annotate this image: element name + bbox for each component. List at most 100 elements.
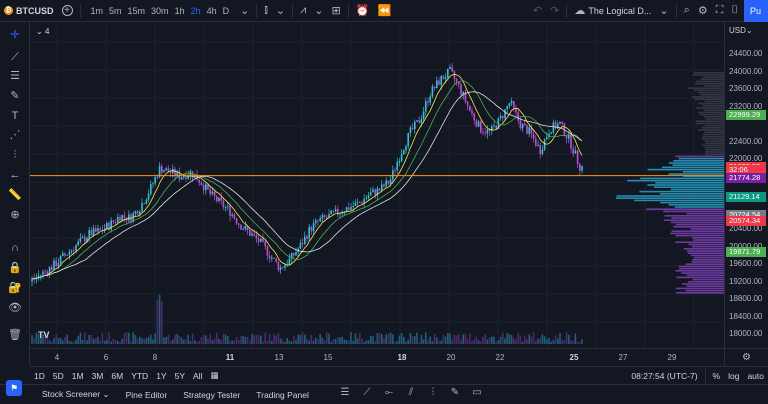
lock-drawings-icon[interactable]: 🔐 [6, 281, 24, 295]
tab-pine-editor[interactable]: Pine Editor [118, 390, 176, 400]
grid-icon: ⊞ [331, 5, 341, 17]
chart-type-button[interactable]: ⫾ [260, 0, 272, 22]
brush-icon[interactable]: ✎ [444, 387, 466, 403]
price-axis[interactable]: USD⌄ 24400.00 24000.00 23600.00 23200.00 224… [724, 22, 768, 348]
candle-body [330, 210, 332, 215]
drawing-toolbar: ✛ ⟋ ☰ ✎ T ⋰ ⫶ ← 📏 ⊕ ∩ 🔒 🔐 👁 🗑 [0, 22, 30, 366]
volume-bar [326, 332, 328, 344]
time-axis[interactable]: 4 6 8 11 13 15 18 20 22 25 27 29 [30, 348, 724, 366]
calendar-button[interactable]: ▦ [206, 370, 222, 381]
volume-bar [471, 341, 473, 344]
trend-line-icon[interactable]: ⟋ [356, 387, 378, 403]
price-tick-label: 22400.00 [729, 136, 763, 146]
hide-toolbar-arrow-icon[interactable]: ← [6, 168, 24, 182]
candle-body [579, 163, 581, 171]
pattern-icon[interactable]: ⋰ [6, 128, 24, 142]
undo-button[interactable]: ↶ [529, 0, 546, 22]
favorite-drawing-tools: ☰ ⟋ ⟜ ⫽ ⫶ ✎ ▭ [334, 387, 488, 403]
chart-type-dropdown[interactable]: ⌄ [272, 0, 289, 22]
candle-body [425, 101, 427, 112]
divider [256, 3, 258, 18]
parallel-channel-icon[interactable]: ⫽ [400, 387, 422, 403]
brush-icon[interactable]: ✎ [6, 89, 24, 103]
timeframe-15m[interactable]: 15m [125, 6, 149, 16]
fib-extension-icon[interactable]: ⫶ [422, 387, 444, 403]
volume-profile-bar [681, 272, 724, 274]
timeframe-5m[interactable]: 5m [106, 6, 125, 16]
chart-pane[interactable] [30, 22, 724, 348]
legend-toggle[interactable]: ⌄ 4 [36, 27, 49, 36]
trend-line-icon[interactable]: ⟋ [6, 50, 24, 64]
text-icon[interactable]: T [6, 109, 24, 123]
range-all[interactable]: All [189, 371, 206, 381]
tab-strategy-tester[interactable]: Strategy Tester [175, 390, 248, 400]
auto-toggle[interactable]: auto [743, 371, 768, 381]
trash-icon[interactable]: 🗑 [6, 328, 24, 342]
range-5d[interactable]: 5D [49, 371, 68, 381]
volume-bar [169, 341, 172, 344]
log-toggle[interactable]: log [724, 371, 743, 381]
percent-toggle[interactable]: % [709, 371, 725, 381]
compare-button[interactable]: + [58, 0, 77, 22]
search-button[interactable]: ⌕ [680, 0, 694, 22]
timeframe-D[interactable]: D [220, 6, 233, 16]
redo-button[interactable]: ↷ [546, 0, 563, 22]
interval-dropdown[interactable]: ⌄ [236, 0, 253, 22]
symbol-search[interactable]: ₿ BTCUSD [0, 0, 58, 22]
range-3m[interactable]: 3M [88, 371, 108, 381]
tab-trading-panel[interactable]: Trading Panel [248, 390, 317, 400]
magnet-icon[interactable]: ∩ [6, 241, 24, 255]
candle-body [97, 228, 99, 232]
candle-body [66, 254, 68, 256]
layout-dropdown[interactable]: ⌄ [655, 0, 672, 22]
volume-bar [554, 335, 557, 344]
alert-button[interactable]: ⏰ [352, 0, 374, 22]
volume-bar [84, 332, 86, 344]
tab-stock-screener[interactable]: Stock Screener ⌄ [34, 389, 118, 400]
layout-name-button[interactable]: ☁ The Logical D... [570, 0, 655, 22]
candle-body [277, 261, 280, 270]
indicators-dropdown[interactable]: ⌄ [310, 0, 327, 22]
ruler-icon[interactable]: 📏 [6, 188, 24, 202]
volume-profile-bar [616, 195, 724, 197]
settings-button[interactable]: ⚙ [694, 0, 712, 22]
zoom-in-icon[interactable]: ⊕ [6, 208, 24, 222]
rectangle-icon[interactable]: ▭ [466, 387, 488, 403]
currency-label[interactable]: USD⌄ [729, 26, 753, 35]
volume-profile-bar [696, 107, 724, 109]
candle-body [361, 202, 363, 204]
range-1m[interactable]: 1M [68, 371, 88, 381]
timeframe-1h[interactable]: 1h [172, 6, 188, 16]
eye-icon[interactable]: 👁 [6, 301, 24, 315]
fib-icon[interactable]: ☰ [334, 387, 356, 403]
candle-body [143, 203, 145, 205]
range-5y[interactable]: 5Y [171, 371, 189, 381]
publish-button[interactable]: Pu [744, 0, 768, 22]
clock-label[interactable]: 08:27:54 (UTC-7) [627, 371, 701, 381]
crosshair-icon[interactable]: ✛ [6, 28, 24, 42]
candle-body [273, 257, 275, 259]
replay-button[interactable]: ⏪ [373, 0, 395, 22]
timeframe-1m[interactable]: 1m [88, 6, 107, 16]
range-1y[interactable]: 1Y [152, 371, 170, 381]
horizontal-ray-icon[interactable]: ⟜ [378, 387, 400, 403]
long-position-icon[interactable]: ⫶ [6, 148, 24, 162]
snapshot-button[interactable]: ⌷ [727, 0, 742, 22]
timeframe-4h[interactable]: 4h [204, 6, 220, 16]
indicators-button[interactable]: ⩘ [296, 0, 310, 22]
alert-bell-button[interactable]: ⚑ [6, 380, 22, 396]
volume-profile-bar [627, 179, 724, 182]
lock-icon[interactable]: 🔒 [6, 261, 24, 275]
range-ytd[interactable]: YTD [127, 371, 152, 381]
fib-retracement-icon[interactable]: ☰ [6, 69, 24, 83]
volume-bar [565, 332, 568, 344]
timeframe-2h[interactable]: 2h [188, 6, 204, 16]
layout-button[interactable]: ⊞ [328, 0, 345, 22]
fullscreen-button[interactable]: ⛶ [712, 0, 728, 22]
range-6m[interactable]: 6M [107, 371, 127, 381]
axis-settings-corner[interactable]: ⚙ [724, 348, 768, 366]
range-1d[interactable]: 1D [30, 371, 49, 381]
volume-profile-bar [703, 116, 724, 118]
timeframe-30m[interactable]: 30m [148, 6, 172, 16]
volume-bar [427, 339, 429, 344]
